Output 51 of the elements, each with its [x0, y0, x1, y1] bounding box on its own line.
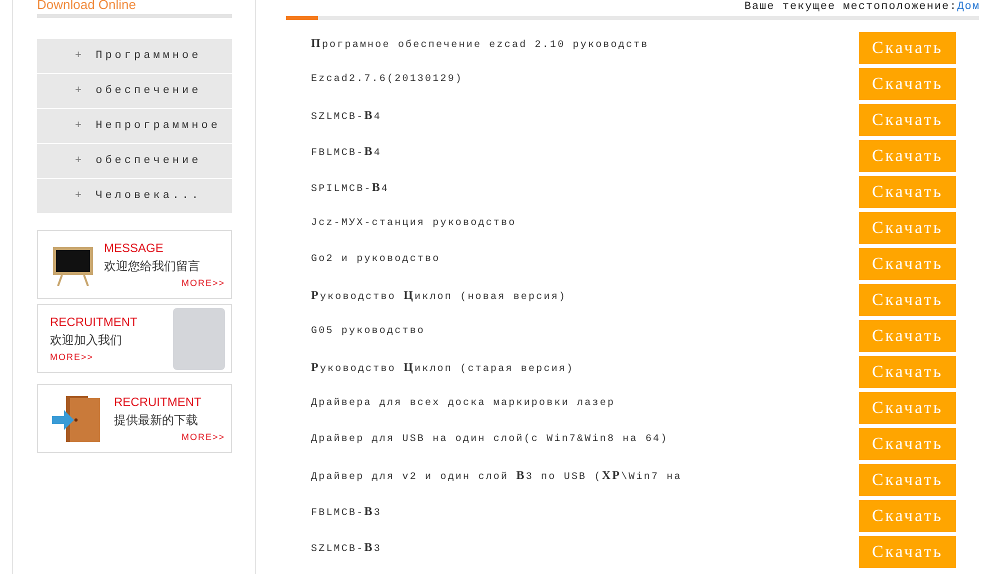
sidebar-item[interactable]: + обеспечение	[37, 74, 232, 108]
download-button[interactable]: Скачать	[859, 320, 956, 352]
plus-icon: +	[75, 85, 82, 97]
more-link[interactable]: MORE>>	[181, 432, 225, 442]
sidebar-item[interactable]: + Программное	[37, 39, 232, 73]
download-button[interactable]: Скачать	[859, 104, 956, 136]
file-title: Jcz-МУХ-станция руководство	[311, 218, 518, 228]
more-link[interactable]: MORE>>	[181, 278, 225, 288]
sidebar-item[interactable]: + обеспечение	[37, 144, 232, 178]
download-button[interactable]: Скачать	[859, 212, 956, 244]
item-label: обеспечение	[96, 155, 202, 167]
file-title: Ezcad2.7.6(20130129)	[311, 74, 464, 84]
file-title: G05 руководство	[311, 326, 426, 336]
file-title: Драйвера для всех доска маркировки лазер	[311, 398, 616, 408]
item-label: Человека...	[96, 190, 202, 202]
more-link[interactable]: MORE>>	[50, 352, 94, 362]
download-button[interactable]: Скачать	[859, 68, 956, 100]
sidebar-item[interactable]: + Человека...	[37, 179, 232, 213]
promo-title: MESSAGE	[104, 241, 164, 255]
file-title: Go2 и руководство	[311, 254, 442, 264]
plus-icon: +	[75, 190, 82, 202]
promo-title: RECRUITMENT	[114, 395, 202, 409]
home-link[interactable]: Дом	[957, 1, 980, 14]
plus-icon: +	[75, 155, 82, 167]
promo-text: 提供最新的下载	[114, 412, 199, 429]
photo-placeholder	[173, 308, 225, 370]
download-button[interactable]: Скачать	[859, 176, 956, 208]
download-button[interactable]: Скачать	[859, 356, 956, 388]
promo-card[interactable]: MESSAGE 欢迎您给我们留言 MORE>>	[37, 230, 232, 299]
item-label: Программное	[96, 50, 202, 62]
download-button[interactable]: Скачать	[859, 284, 956, 316]
download-button[interactable]: Скачать	[859, 32, 956, 64]
download-button[interactable]: Скачать	[859, 392, 956, 424]
download-button[interactable]: Скачать	[859, 248, 956, 280]
promo-card[interactable]: RECRUITMENT 提供最新的下载 MORE>>	[37, 384, 232, 453]
file-title: Драйвер для USB на один слой(с Win7&Win8 на 64)	[311, 434, 670, 444]
download-button[interactable]: Скачать	[859, 428, 956, 460]
plus-icon: +	[75, 120, 82, 132]
download-button[interactable]: Скачать	[859, 140, 956, 172]
item-label: Непрограммное	[96, 120, 220, 132]
promo-text: 欢迎您给我们留言	[104, 258, 201, 275]
item-label: обеспечение	[96, 85, 202, 97]
download-button[interactable]: Скачать	[859, 536, 956, 568]
download-button[interactable]: Скачать	[859, 464, 956, 496]
promo-title: RECRUITMENT	[50, 315, 138, 329]
plus-icon: +	[75, 50, 82, 62]
sidebar-item[interactable]: + Непрограммное	[37, 109, 232, 143]
promo-card[interactable]: RECRUITMENT 欢迎加入我们 MORE>>	[37, 304, 232, 373]
promo-text: 欢迎加入我们	[50, 332, 123, 349]
download-button[interactable]: Скачать	[859, 500, 956, 532]
breadcrumb-label: Ваше текущее местоположение:	[744, 1, 958, 14]
